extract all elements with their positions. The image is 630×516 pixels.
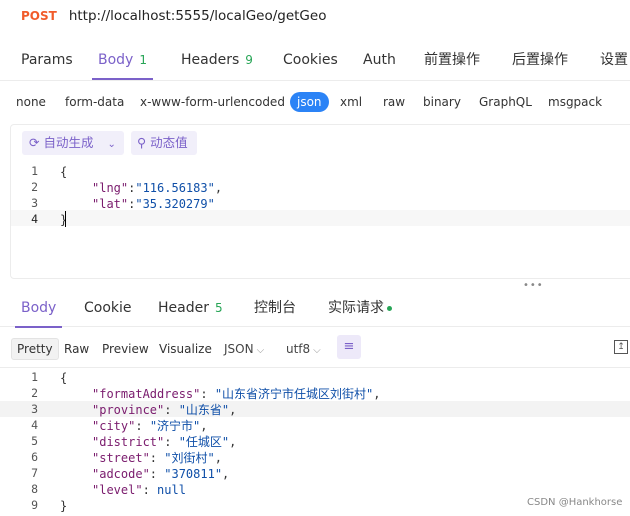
line-number: 4 — [31, 212, 38, 226]
code-line: "province": "山东省", — [92, 403, 237, 417]
line-number: 3 — [31, 402, 38, 416]
url-input[interactable]: http://localhost:5555/localGeo/getGeo — [69, 8, 327, 24]
http-method[interactable]: POST — [21, 9, 57, 23]
line-number: 9 — [31, 498, 38, 512]
resp-tab-console[interactable]: 控制台 — [254, 290, 296, 326]
view-preview[interactable]: Preview — [102, 339, 149, 359]
line-number: 1 — [31, 370, 38, 384]
wrap-lines-icon[interactable]: ≡ — [337, 335, 361, 359]
view-pretty[interactable]: Pretty — [11, 338, 59, 360]
magic-wand-icon: ⚲ — [137, 135, 147, 150]
response-tabs: Body Cookie Header 5 控制台 实际请求 — [0, 290, 630, 328]
auto-generate-button[interactable]: ⟳ 自动生成 ⌄ — [22, 131, 124, 155]
line-number: 2 — [31, 386, 38, 400]
tab-headers[interactable]: Headers 9 — [181, 42, 253, 78]
tab-settings[interactable]: 设置 — [600, 42, 628, 78]
view-raw[interactable]: Raw — [64, 339, 89, 359]
current-line-highlight — [11, 210, 630, 226]
chevron-down-icon: ⌵ — [313, 345, 321, 356]
bodytype-graphql[interactable]: GraphQL — [479, 92, 532, 112]
bodytype-binary[interactable]: binary — [423, 92, 461, 112]
bodytype-raw[interactable]: raw — [383, 92, 405, 112]
tab-params[interactable]: Params — [21, 42, 73, 78]
url-bar: POST http://localhost:5555/localGeo/getG… — [0, 0, 630, 32]
chevron-down-icon: ⌵ — [256, 345, 265, 356]
code-line: "level": null — [92, 483, 186, 497]
code-line: } — [60, 499, 68, 513]
watermark: CSDN @Hankhorse — [527, 497, 623, 508]
code-line: { — [60, 165, 68, 179]
request-tabs: Params Body 1 Headers 9 Cookies Auth 前置操作 … — [0, 42, 630, 81]
resp-tab-header[interactable]: Header 5 — [158, 290, 223, 326]
tab-post-operation[interactable]: 后置操作 — [512, 42, 568, 78]
refresh-icon: ⟳ — [29, 135, 40, 150]
code-line: "lat":"35.320279" — [92, 197, 215, 211]
chevron-down-icon[interactable]: ⌄ — [107, 139, 115, 150]
line-number: 2 — [31, 180, 38, 194]
bodytype-form-data[interactable]: form-data — [65, 92, 124, 112]
code-line: } — [60, 213, 68, 227]
tab-pre-operation[interactable]: 前置操作 — [424, 42, 480, 78]
code-line: "formatAddress": "山东省济宁市任城区刘街村", — [92, 387, 381, 401]
resp-tab-cookie[interactable]: Cookie — [84, 290, 132, 326]
code-line: { — [60, 371, 68, 385]
bodytype-msgpack[interactable]: msgpack — [548, 92, 602, 112]
line-number: 3 — [31, 196, 38, 210]
line-number: 4 — [31, 418, 38, 432]
dynamic-value-button[interactable]: ⚲ 动态值 — [131, 131, 197, 155]
collapse-panel-icon[interactable]: ↥ — [614, 340, 628, 354]
bodytype-xml[interactable]: xml — [340, 92, 362, 112]
tab-auth[interactable]: Auth — [363, 42, 396, 78]
code-line: "district": "任城区", — [92, 435, 237, 449]
code-line: "adcode": "370811", — [92, 467, 230, 481]
text-caret — [65, 211, 66, 227]
encoding-select[interactable]: utf8 ⌵ — [286, 339, 321, 359]
line-number: 1 — [31, 164, 38, 178]
resp-tab-actual-request[interactable]: 实际请求 — [328, 290, 392, 326]
line-number: 8 — [31, 482, 38, 496]
resp-tab-body[interactable]: Body — [14, 290, 63, 328]
bodytype-json[interactable]: json — [290, 92, 329, 112]
line-number: 6 — [31, 450, 38, 464]
headers-count: 9 — [245, 53, 253, 67]
status-dot — [387, 305, 392, 311]
header-count: 5 — [214, 301, 223, 315]
format-select[interactable]: JSON ⌵ — [224, 339, 264, 359]
code-line: "lng":"116.56183", — [92, 181, 223, 195]
bodytype-none[interactable]: none — [16, 92, 46, 112]
view-visualize[interactable]: Visualize — [159, 339, 212, 359]
code-line: "street": "刘街村", — [92, 451, 222, 465]
line-number: 5 — [31, 434, 38, 448]
body-count: 1 — [139, 53, 147, 67]
bodytype-urlencoded[interactable]: x-www-form-urlencoded — [140, 92, 285, 112]
tab-cookies[interactable]: Cookies — [283, 42, 338, 78]
tab-body[interactable]: Body 1 — [92, 42, 153, 80]
line-number: 7 — [31, 466, 38, 480]
code-line: "city": "济宁市", — [92, 419, 208, 433]
